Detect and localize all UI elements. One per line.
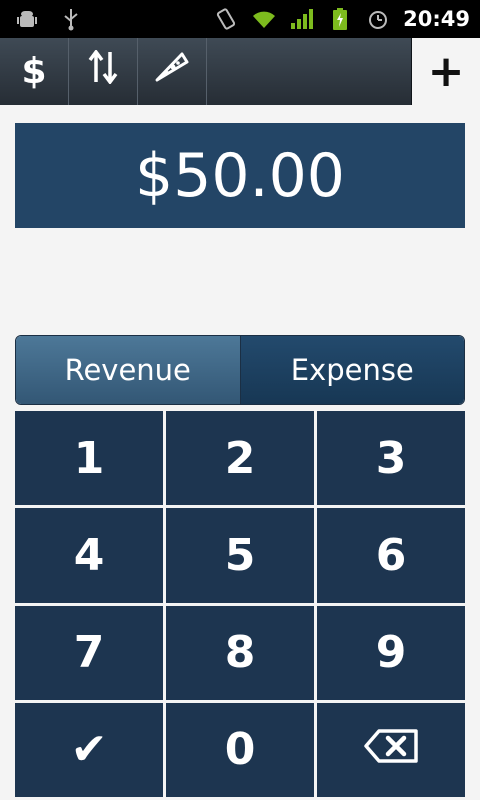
usb-icon (58, 6, 84, 32)
expense-button[interactable]: Expense (240, 336, 464, 404)
key-3[interactable]: 3 (317, 411, 465, 506)
confirm-key[interactable]: ✔ (15, 702, 163, 797)
add-button[interactable]: + (412, 38, 480, 105)
key-1[interactable]: 1 (15, 411, 163, 506)
sort-arrows-icon (88, 49, 118, 93)
checkmark-icon: ✔ (70, 724, 108, 776)
backspace-icon (363, 724, 419, 775)
dollar-button[interactable]: $ (0, 38, 69, 105)
revenue-expense-toggle: Revenue Expense (15, 335, 465, 405)
key-5[interactable]: 5 (166, 508, 314, 603)
signal-icon (289, 6, 315, 32)
revenue-button[interactable]: Revenue (16, 336, 241, 404)
category-button[interactable] (138, 38, 207, 105)
amount-value: $50.00 (135, 140, 345, 211)
key-4[interactable]: 4 (15, 508, 163, 603)
key-9[interactable]: 9 (317, 605, 465, 700)
key-6[interactable]: 6 (317, 508, 465, 603)
status-clock: 20:49 (403, 7, 470, 31)
toolbar: $ + (0, 38, 480, 105)
battery-charging-icon (327, 6, 353, 32)
toolbar-spacer (207, 38, 412, 105)
sort-button[interactable] (69, 38, 138, 105)
android-debug-icon (14, 6, 40, 32)
plus-icon: + (427, 46, 465, 97)
status-bar: 20:49 (0, 0, 480, 38)
pizza-slice-icon (154, 51, 190, 92)
key-0[interactable]: 0 (166, 702, 314, 797)
amount-display[interactable]: $50.00 (15, 123, 465, 228)
vibrate-icon (213, 6, 239, 32)
key-7[interactable]: 7 (15, 605, 163, 700)
wifi-icon (251, 6, 277, 32)
dollar-icon: $ (21, 51, 47, 92)
backspace-key[interactable] (317, 702, 465, 797)
alarm-icon (365, 6, 391, 32)
key-2[interactable]: 2 (166, 411, 314, 506)
key-8[interactable]: 8 (166, 605, 314, 700)
keypad: 1 2 3 4 5 6 7 8 9 ✔ 0 (15, 411, 465, 797)
